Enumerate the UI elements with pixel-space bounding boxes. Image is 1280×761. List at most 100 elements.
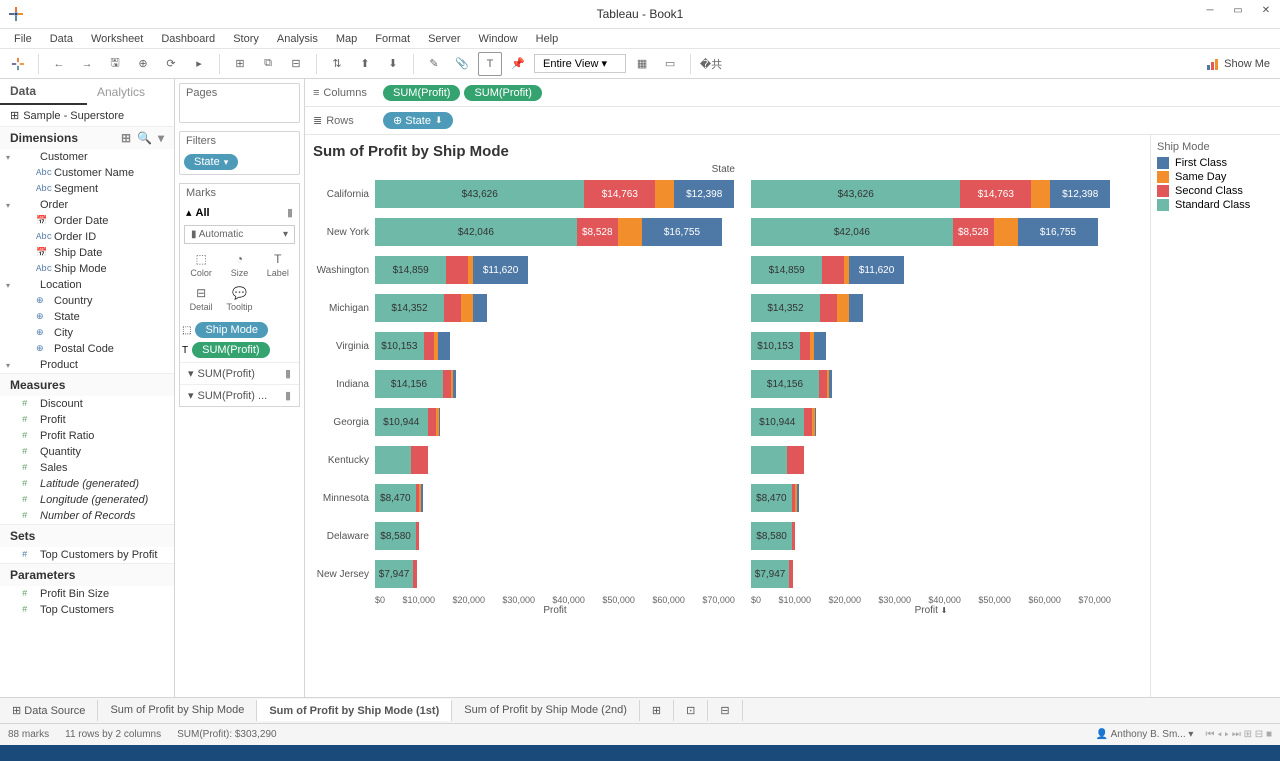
bar[interactable]: $8,580 [375,522,735,550]
bar[interactable]: $14,352 [751,294,1111,322]
back-icon[interactable]: ← [47,52,71,76]
group-icon[interactable]: 📎 [450,52,474,76]
menu-help[interactable]: Help [528,31,567,47]
field-country[interactable]: ⊕Country [0,293,174,309]
bar[interactable]: $14,156 [751,370,1111,398]
menu-server[interactable]: Server [420,31,468,47]
pin-icon[interactable]: 📌 [506,52,530,76]
bar[interactable] [375,446,735,474]
marks-pill-shipmode[interactable]: Ship Mode [195,322,268,338]
bar[interactable]: $14,859$11,620 [375,256,735,284]
field-longitude-(generated)[interactable]: #Longitude (generated) [0,492,174,508]
detail-shelf[interactable]: ⊟Detail [182,282,220,316]
menu-window[interactable]: Window [471,31,526,47]
menu-story[interactable]: Story [225,31,267,47]
field-customer[interactable]: ▾Customer [0,149,174,165]
marks-sum-profit-1[interactable]: ▾SUM(Profit)▮ [180,362,299,384]
field-top-customers[interactable]: #Top Customers [0,602,174,618]
columns-shelf[interactable]: ≡Columns SUM(Profit)SUM(Profit) [305,79,1280,107]
filter-pill-state[interactable]: State ▾ [184,154,238,170]
menu-file[interactable]: File [6,31,40,47]
label-shelf[interactable]: TLabel [259,248,297,282]
tooltip-shelf[interactable]: 💬Tooltip [220,282,258,316]
cards-icon[interactable]: ▦ [630,52,654,76]
tableau-icon[interactable] [6,52,30,76]
field-customer-name[interactable]: AbcCustomer Name [0,165,174,181]
new-worksheet-icon[interactable]: ⊞ [640,700,674,721]
field-profit-ratio[interactable]: #Profit Ratio [0,428,174,444]
marks-all-toggle[interactable]: ▴ All▮ [180,202,299,223]
bar[interactable]: $10,944 [751,408,1111,436]
datasource-tab[interactable]: ⊞ Data Source [0,700,98,721]
field-ship-date[interactable]: 📅Ship Date [0,245,174,261]
marks-pill-profit[interactable]: SUM(Profit) [192,342,269,358]
menu-data[interactable]: Data [42,31,81,47]
auto-update-icon[interactable]: ⟳ [159,52,183,76]
bar[interactable] [751,446,1111,474]
window-minimize-icon[interactable]: ─ [1196,0,1224,20]
pill-sumprofit[interactable]: SUM(Profit) [464,85,541,101]
swap-icon[interactable]: ⇅ [325,52,349,76]
mark-type-dropdown[interactable]: ▮ Automatic ▾ [184,225,295,244]
menu-analysis[interactable]: Analysis [269,31,326,47]
view-data-icon[interactable]: ⊞ [121,131,131,145]
highlight-icon[interactable]: ✎ [422,52,446,76]
present-icon[interactable]: ▭ [658,52,682,76]
data-tab[interactable]: Data [0,79,87,105]
bar[interactable]: $42,046$8,528$16,755 [751,218,1111,246]
legend-item[interactable]: First Class [1157,157,1274,169]
showme-button[interactable]: Show Me [1206,57,1270,71]
bar[interactable]: $42,046$8,528$16,755 [375,218,735,246]
field-top-customers-by-profit[interactable]: #Top Customers by Profit [0,547,174,563]
legend-item[interactable]: Second Class [1157,185,1274,197]
clear-icon[interactable]: ⊟ [284,52,308,76]
bar[interactable]: $10,944 [375,408,735,436]
analytics-tab[interactable]: Analytics [87,79,174,105]
bar[interactable]: $8,580 [751,522,1111,550]
field-order-id[interactable]: AbcOrder ID [0,229,174,245]
bar[interactable]: $14,859$11,620 [751,256,1111,284]
field-sales[interactable]: #Sales [0,460,174,476]
new-sheet-icon[interactable]: ⊞ [228,52,252,76]
user-dropdown[interactable]: 👤 Anthony B. Sm... ▾ [1096,729,1194,740]
bar[interactable]: $43,626$14,763$12,398 [751,180,1111,208]
bar[interactable]: $14,352 [375,294,735,322]
bar[interactable]: $8,470 [751,484,1111,512]
bar[interactable]: $8,470 [375,484,735,512]
bar[interactable]: $14,156 [375,370,735,398]
size-shelf[interactable]: ◔Size [220,248,258,282]
pill-sumprofit[interactable]: SUM(Profit) [383,85,460,101]
field-number-of-records[interactable]: #Number of Records [0,508,174,524]
field-segment[interactable]: AbcSegment [0,181,174,197]
new-datasource-icon[interactable]: ⊕ [131,52,155,76]
field-profit[interactable]: #Profit [0,412,174,428]
field-profit-bin-size[interactable]: #Profit Bin Size [0,586,174,602]
save-icon[interactable]: 🖫 [103,52,127,76]
duplicate-icon[interactable]: ⧉ [256,52,280,76]
labels-icon[interactable]: T [478,52,502,76]
rows-shelf[interactable]: ≣Rows ⊕ State ⬇ [305,107,1280,135]
legend-item[interactable]: Standard Class [1157,199,1274,211]
bar[interactable]: $7,947 [751,560,1111,588]
bar[interactable]: $10,153 [751,332,1111,360]
windows-taskbar[interactable] [0,745,1280,761]
run-icon[interactable]: ▸ [187,52,211,76]
field-city[interactable]: ⊕City [0,325,174,341]
window-close-icon[interactable]: ✕ [1252,0,1280,20]
color-shelf[interactable]: ⬚Color [182,248,220,282]
share-icon[interactable]: �共 [699,52,723,76]
bar[interactable]: $10,153 [375,332,735,360]
viz-title[interactable]: Sum of Profit by Ship Mode [313,143,1146,160]
field-discount[interactable]: #Discount [0,396,174,412]
search-icon[interactable]: 🔍 [137,131,152,145]
menu-format[interactable]: Format [367,31,418,47]
window-maximize-icon[interactable]: ▭ [1224,0,1252,20]
sheet-tab[interactable]: Sum of Profit by Ship Mode (1st) [257,699,452,721]
field-ship-mode[interactable]: AbcShip Mode [0,261,174,277]
field-order-date[interactable]: 📅Order Date [0,213,174,229]
new-story-icon[interactable]: ⊟ [708,700,742,721]
menu-worksheet[interactable]: Worksheet [83,31,151,47]
field-quantity[interactable]: #Quantity [0,444,174,460]
field-state[interactable]: ⊕State [0,309,174,325]
forward-icon[interactable]: → [75,52,99,76]
